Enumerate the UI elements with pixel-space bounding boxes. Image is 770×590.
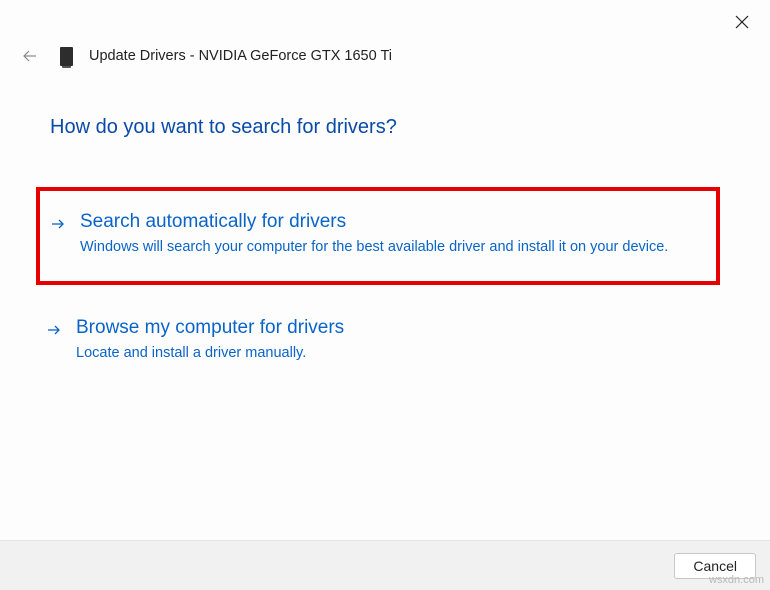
- arrow-right-icon: [50, 217, 66, 231]
- option-description: Locate and install a driver manually.: [76, 343, 704, 363]
- update-drivers-dialog: Update Drivers - NVIDIA GeForce GTX 1650…: [0, 0, 770, 590]
- option-browse-computer[interactable]: Browse my computer for drivers Locate an…: [36, 313, 720, 377]
- back-button[interactable]: [20, 46, 40, 66]
- option-title: Search automatically for drivers: [80, 211, 700, 233]
- page-heading: How do you want to search for drivers?: [50, 116, 720, 139]
- option-title: Browse my computer for drivers: [76, 317, 704, 339]
- option-description: Windows will search your computer for th…: [80, 237, 700, 257]
- back-arrow-icon: [22, 48, 38, 64]
- device-icon: [60, 47, 73, 66]
- watermark: wsxdn.com: [709, 574, 764, 586]
- close-button[interactable]: [732, 12, 752, 32]
- arrow-right-icon: [46, 323, 62, 337]
- dialog-header: Update Drivers - NVIDIA GeForce GTX 1650…: [0, 0, 770, 66]
- option-body: Browse my computer for drivers Locate an…: [76, 317, 704, 363]
- close-icon: [735, 15, 749, 29]
- dialog-content: How do you want to search for drivers? S…: [0, 66, 770, 540]
- option-body: Search automatically for drivers Windows…: [80, 211, 700, 257]
- dialog-title: Update Drivers - NVIDIA GeForce GTX 1650…: [89, 48, 392, 64]
- option-search-automatically[interactable]: Search automatically for drivers Windows…: [36, 187, 720, 285]
- dialog-footer: Cancel: [0, 540, 770, 590]
